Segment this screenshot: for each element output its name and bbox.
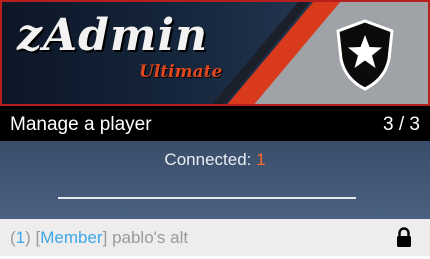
player-index: 1: [15, 228, 26, 247]
lock-icon: [397, 227, 411, 247]
description-divider: [58, 197, 356, 199]
shield-star-icon: [336, 19, 394, 91]
menu-title-bar: Manage a player 3 / 3: [0, 106, 430, 141]
menu-description: Connected: 1: [0, 141, 430, 219]
connected-label: Connected:: [164, 150, 257, 169]
player-role: Member: [40, 228, 103, 247]
menu-page-counter: 3 / 3: [383, 114, 420, 135]
menu-banner: zAdmin Ultimate: [0, 0, 430, 106]
connected-count: 1: [256, 150, 266, 169]
admin-menu: zAdmin Ultimate Manage a player 3 / 3 Co…: [0, 0, 430, 259]
logo-subtitle: Ultimate: [139, 62, 223, 82]
connected-status: Connected: 1: [0, 150, 430, 170]
player-index-close: ) [: [25, 228, 41, 247]
player-name: pablo's alt: [112, 228, 189, 247]
player-list-item[interactable]: (1) [Member] pablo's alt: [0, 219, 430, 256]
logo-title: zAdmin: [17, 10, 209, 61]
menu-title: Manage a player: [10, 114, 152, 135]
player-label: (1) [Member] pablo's alt: [10, 228, 188, 248]
player-role-close: ]: [102, 228, 113, 247]
